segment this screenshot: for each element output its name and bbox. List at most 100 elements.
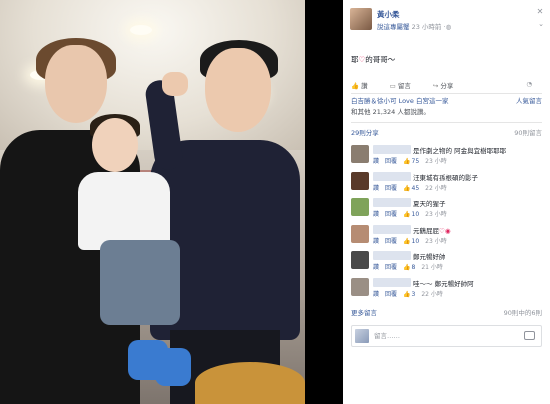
comment-time[interactable]: 22 小時 xyxy=(421,291,443,298)
comment-like-count[interactable]: 45 xyxy=(412,185,420,192)
author-avatar[interactable] xyxy=(350,8,372,30)
close-icon[interactable]: ✕ xyxy=(536,8,544,16)
comment-item: 是作劇之物的 阿金與宜樹耶耶耶讚回覆 👍75 23 小時 xyxy=(351,143,542,170)
man-face xyxy=(45,45,107,123)
reaction-icon: ◔ xyxy=(526,80,532,88)
more-comments-row: 更多留言 90則中的6則 xyxy=(351,307,542,321)
comment-like-button[interactable]: 讚 xyxy=(373,211,379,218)
comment-like-count[interactable]: 10 xyxy=(412,238,420,245)
commenter-name[interactable] xyxy=(373,251,411,260)
comment-list: 是作劇之物的 阿金與宜樹耶耶耶讚回覆 👍75 23 小時 汪東城有孫根碩的影子讚回覆 👍… xyxy=(351,143,542,302)
post-caption: 耶♡的哥哥～ xyxy=(351,54,395,65)
stool xyxy=(195,362,305,404)
commenter-name[interactable] xyxy=(373,277,411,287)
comment-text: 元鶴屁屁♡◉ xyxy=(413,225,451,235)
comment-input[interactable] xyxy=(374,330,494,342)
comment-time[interactable]: 21 小時 xyxy=(421,264,443,271)
post-time[interactable]: 23 小時前 xyxy=(412,23,442,31)
comments-total[interactable]: 90則留言 xyxy=(514,127,542,137)
post-side-panel: 黃小柔 說這專屬蟹 23 小時前 ·◍ ✕ ⌄ 耶♡的哥哥～ 👍 讚 ▭ 留言 ↪ 分… xyxy=(343,0,550,404)
comment-button[interactable]: ▭ 留言 xyxy=(390,82,421,90)
comment-like-count[interactable]: 75 xyxy=(412,158,420,165)
child-shoe xyxy=(155,348,191,386)
commenter-avatar[interactable] xyxy=(351,198,369,216)
emoji-icon: ◉ xyxy=(444,226,451,235)
like-button[interactable]: 👍 讚 xyxy=(351,82,378,90)
likes-count[interactable]: 和其他 21,324 人都說讚。 xyxy=(351,108,430,116)
privacy-icon: ·◍ xyxy=(443,23,452,31)
commenter-avatar[interactable] xyxy=(351,251,369,269)
comment-body: 汪東城有孫根碩的影子 xyxy=(413,173,478,182)
post-header: 黃小柔 說這專屬蟹 23 小時前 ·◍ ✕ ⌄ xyxy=(350,8,544,38)
shares-row: 29則分享 90則留言 xyxy=(351,127,542,137)
like-label: 讚 xyxy=(361,82,368,90)
comment-time[interactable]: 22 小時 xyxy=(425,185,447,192)
man-face xyxy=(205,48,271,132)
likes-names-link[interactable]: 白吉勝＆徐小可 Love 白宮這一家 xyxy=(351,97,448,105)
viewer-avatar xyxy=(355,329,369,343)
comment-like-button[interactable]: 讚 xyxy=(373,264,379,271)
thumbs-up-icon: 👍 xyxy=(403,290,411,298)
comment-reply-button[interactable]: 回覆 xyxy=(385,158,397,165)
chevron-down-icon[interactable]: ⌄ xyxy=(538,20,544,28)
comment-like-button[interactable]: 讚 xyxy=(373,291,379,298)
commenter-name[interactable] xyxy=(373,145,411,154)
comment-item: 哇～～ 鄭元暢好帥阿讚回覆 👍3 22 小時 xyxy=(351,276,542,303)
comment-body: 鄭元暢好帥 xyxy=(413,253,446,261)
comment-meta: 讚回覆 👍8 21 小時 xyxy=(373,262,443,271)
shares-link[interactable]: 29則分享 xyxy=(351,129,379,137)
comment-body: 夏天的猩子 xyxy=(413,200,446,208)
comment-meta: 讚回覆 👍3 22 小時 xyxy=(373,289,443,298)
comment-like-count[interactable]: 3 xyxy=(412,291,416,298)
comment-like-count[interactable]: 10 xyxy=(412,211,420,218)
thumbs-up-icon: 👍 xyxy=(403,237,411,245)
comment-reply-button[interactable]: 回覆 xyxy=(385,185,397,192)
commenter-name[interactable] xyxy=(373,224,411,234)
comment-time[interactable]: 23 小時 xyxy=(425,238,447,245)
comment-time[interactable]: 23 小時 xyxy=(425,158,447,165)
caption-prefix: 耶 xyxy=(351,55,359,64)
comment-time[interactable]: 23 小時 xyxy=(425,211,447,218)
commenter-avatar[interactable] xyxy=(351,277,369,296)
comment-reply-button[interactable]: 回覆 xyxy=(385,238,397,245)
comment-like-button[interactable]: 讚 xyxy=(373,238,379,245)
child-face xyxy=(92,118,138,172)
comment-reply-button[interactable]: 回覆 xyxy=(385,211,397,218)
post-actions: 👍 讚 ▭ 留言 ↪ 分享 ◔ xyxy=(351,80,542,92)
share-icon: ↪ xyxy=(432,82,439,90)
post-tag[interactable]: 說這專屬蟹 xyxy=(377,23,410,31)
divider xyxy=(351,122,542,123)
author-name[interactable]: 黃小柔 xyxy=(377,9,400,20)
commenter-name[interactable] xyxy=(373,198,411,207)
commenter-name[interactable] xyxy=(373,171,411,181)
sort-popular-button[interactable]: 人氣留言 xyxy=(516,96,542,107)
comment-meta: 讚回覆 👍45 22 小時 xyxy=(373,183,447,192)
comment-text: 夏天的猩子 xyxy=(413,198,446,208)
comment-reply-button[interactable]: 回覆 xyxy=(385,264,397,271)
comment-reply-button[interactable]: 回覆 xyxy=(385,291,397,298)
comment-item: 鄭元暢好帥讚回覆 👍8 21 小時 xyxy=(351,249,542,276)
comment-meta: 讚回覆 👍10 23 小時 xyxy=(373,209,447,218)
commenter-avatar[interactable] xyxy=(351,224,369,243)
ceiling-light xyxy=(130,25,152,35)
thumbs-up-icon: 👍 xyxy=(403,158,411,165)
more-comments-link[interactable]: 更多留言 xyxy=(351,309,377,317)
raised-fist xyxy=(162,72,188,96)
comment-text: 汪東城有孫根碩的影子 xyxy=(413,172,478,182)
thumbs-up-icon: 👍 xyxy=(403,264,411,271)
comment-like-button[interactable]: 讚 xyxy=(373,185,379,192)
commenter-avatar[interactable] xyxy=(351,145,369,163)
comment-like-button[interactable]: 讚 xyxy=(373,158,379,165)
comment-text: 是作劇之物的 阿金與宜樹耶耶耶 xyxy=(413,145,506,155)
comment-item: 夏天的猩子讚回覆 👍10 23 小時 xyxy=(351,196,542,223)
post-photo[interactable] xyxy=(0,0,305,404)
comment-body: 是作劇之物的 阿金與宜樹耶耶耶 xyxy=(413,147,507,155)
commenter-avatar[interactable] xyxy=(351,171,369,190)
comment-like-count[interactable]: 8 xyxy=(412,264,416,271)
camera-icon[interactable] xyxy=(524,331,535,340)
share-button[interactable]: ↪ 分享 xyxy=(433,82,463,90)
caption-suffix: 的哥哥～ xyxy=(365,55,396,64)
child-shirt xyxy=(78,172,170,250)
comment-body: 元鶴屁屁 xyxy=(413,226,439,235)
comment-text: 鄭元暢好帥 xyxy=(413,251,446,261)
